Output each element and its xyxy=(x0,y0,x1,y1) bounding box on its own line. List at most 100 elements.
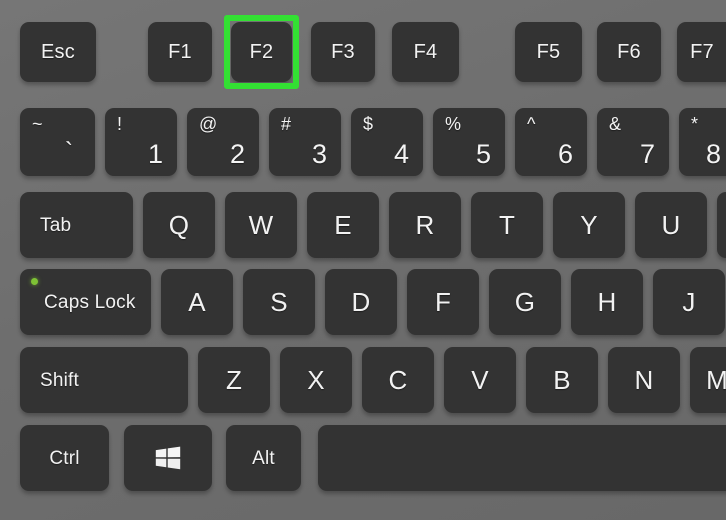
key-label: G xyxy=(514,287,536,317)
key-label: 8 xyxy=(705,139,721,169)
key-f2[interactable]: F2 xyxy=(231,22,292,82)
key-seven[interactable]: & 7 xyxy=(597,108,669,176)
key-label: S xyxy=(270,287,288,317)
key-shift-label: ! xyxy=(117,114,123,134)
key-f1[interactable]: F1 xyxy=(148,22,212,82)
keyboard: Esc F1 F2 F3 F4 F5 F6 F7 ~ ` ! 1 @ 2 # 3… xyxy=(0,0,726,520)
key-label: F1 xyxy=(168,41,192,63)
key-g[interactable]: G xyxy=(489,269,561,335)
key-label: F6 xyxy=(617,41,641,63)
key-f6[interactable]: F6 xyxy=(597,22,661,82)
key-x[interactable]: X xyxy=(280,347,352,413)
key-label: F2 xyxy=(249,41,274,63)
key-label: ` xyxy=(65,138,73,165)
key-a[interactable]: A xyxy=(161,269,233,335)
key-f3[interactable]: F3 xyxy=(311,22,375,82)
key-shift-label: & xyxy=(609,114,622,134)
key-four[interactable]: $ 4 xyxy=(351,108,423,176)
key-label: Caps Lock xyxy=(44,291,136,313)
key-label: M xyxy=(706,365,726,395)
key-label: F5 xyxy=(536,41,561,63)
key-f4[interactable]: F4 xyxy=(392,22,459,82)
key-shift-label: # xyxy=(281,114,292,134)
key-label: C xyxy=(388,365,408,395)
key-label: E xyxy=(334,210,352,240)
key-label: 1 xyxy=(147,139,163,169)
key-shift-label: % xyxy=(445,114,462,134)
key-label: F7 xyxy=(690,41,714,63)
key-label: 4 xyxy=(393,139,409,169)
key-ctrl[interactable]: Ctrl xyxy=(20,425,109,491)
key-label: W xyxy=(248,210,274,240)
key-label: T xyxy=(498,210,516,240)
key-label: X xyxy=(307,365,325,395)
key-z[interactable]: Z xyxy=(198,347,270,413)
key-h[interactable]: H xyxy=(571,269,643,335)
key-t[interactable]: T xyxy=(471,192,543,258)
key-label: R xyxy=(415,210,435,240)
key-spacebar[interactable] xyxy=(318,425,726,491)
key-q[interactable]: Q xyxy=(143,192,215,258)
key-f[interactable]: F xyxy=(407,269,479,335)
key-label: H xyxy=(597,287,617,317)
key-label: F xyxy=(434,287,452,317)
key-label: Shift xyxy=(40,369,80,391)
key-shift-label: * xyxy=(691,114,699,134)
key-label: A xyxy=(188,287,206,317)
key-f7[interactable]: F7 xyxy=(677,22,726,82)
key-label: Q xyxy=(168,210,190,240)
key-backtick[interactable]: ~ ` xyxy=(20,108,95,176)
caps-lock-led-icon xyxy=(31,278,38,285)
key-shift-label: $ xyxy=(363,114,374,134)
key-y[interactable]: Y xyxy=(553,192,625,258)
key-label: Tab xyxy=(40,214,72,236)
key-label: D xyxy=(351,287,371,317)
key-two[interactable]: @ 2 xyxy=(187,108,259,176)
key-shift-label: ^ xyxy=(527,114,536,134)
key-three[interactable]: # 3 xyxy=(269,108,341,176)
key-alt[interactable]: Alt xyxy=(226,425,301,491)
key-label: 7 xyxy=(639,139,655,169)
key-shift-label: @ xyxy=(199,114,218,134)
key-label: Z xyxy=(225,365,243,395)
key-label: V xyxy=(471,365,489,395)
key-d[interactable]: D xyxy=(325,269,397,335)
key-n[interactable]: N xyxy=(608,347,680,413)
key-label: Esc xyxy=(41,41,75,63)
key-r[interactable]: R xyxy=(389,192,461,258)
key-one[interactable]: ! 1 xyxy=(105,108,177,176)
key-label: 6 xyxy=(557,139,573,169)
key-eight[interactable]: * 8 xyxy=(679,108,726,176)
key-shift[interactable]: Shift xyxy=(20,347,188,413)
key-label: Y xyxy=(580,210,598,240)
key-label: U xyxy=(661,210,681,240)
key-caps-lock[interactable]: Caps Lock xyxy=(20,269,151,335)
key-label: F4 xyxy=(413,41,438,63)
key-label: J xyxy=(682,287,696,317)
key-label: F3 xyxy=(331,41,355,63)
key-label: B xyxy=(553,365,571,395)
key-five[interactable]: % 5 xyxy=(433,108,505,176)
key-u[interactable]: U xyxy=(635,192,707,258)
key-escape[interactable]: Esc xyxy=(20,22,96,82)
key-label: N xyxy=(634,365,654,395)
key-label: Ctrl xyxy=(49,447,80,469)
key-six[interactable]: ^ 6 xyxy=(515,108,587,176)
key-i[interactable] xyxy=(717,192,726,258)
key-label: 2 xyxy=(229,139,245,169)
key-e[interactable]: E xyxy=(307,192,379,258)
key-w[interactable]: W xyxy=(225,192,297,258)
key-m[interactable]: M xyxy=(690,347,726,413)
key-v[interactable]: V xyxy=(444,347,516,413)
key-f5[interactable]: F5 xyxy=(515,22,582,82)
windows-logo-icon xyxy=(155,446,181,470)
key-label: 3 xyxy=(311,139,327,169)
key-b[interactable]: B xyxy=(526,347,598,413)
key-s[interactable]: S xyxy=(243,269,315,335)
key-label: Alt xyxy=(252,447,275,469)
key-label: 5 xyxy=(475,139,491,169)
key-windows[interactable] xyxy=(124,425,212,491)
key-j[interactable]: J xyxy=(653,269,725,335)
key-tab[interactable]: Tab xyxy=(20,192,133,258)
key-c[interactable]: C xyxy=(362,347,434,413)
